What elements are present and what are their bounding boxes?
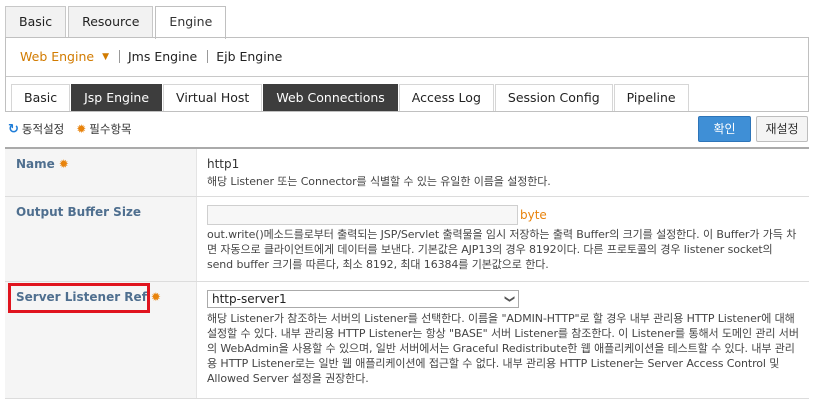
engine-nav: Web Engine ▼ Jms Engine Ejb Engine [20, 49, 290, 64]
subtab-pipeline[interactable]: Pipeline [613, 84, 689, 112]
chevron-down-icon: ❯ [503, 294, 515, 304]
required-icon: ✹ [76, 122, 87, 136]
subtab-jsp-engine[interactable]: Jsp Engine [71, 84, 163, 112]
form-row-name: Name ✹ http1 해당 Listener 또는 Connector를 식별… [5, 149, 809, 197]
output-buffer-input-row: byte [207, 205, 799, 225]
required-icon: ✹ [150, 290, 161, 304]
output-buffer-label: Output Buffer Size [16, 205, 142, 219]
legend-required-label: 필수항목 [89, 122, 132, 136]
separator [119, 50, 120, 63]
highlight-box [8, 283, 150, 313]
top-tab-bar: Basic Resource Engine [5, 6, 228, 39]
legend-dynamic-label: 동적설정 [21, 122, 65, 136]
tab-basic[interactable]: Basic [5, 6, 67, 38]
divider [6, 76, 808, 77]
engine-nav-web-engine[interactable]: Web Engine [20, 49, 102, 64]
name-description: 해당 Listener 또는 Connector를 식별할 수 있는 유일한 이… [207, 175, 551, 188]
required-icon: ✹ [58, 157, 69, 171]
output-buffer-input[interactable] [207, 205, 518, 225]
field-label: Name ✹ [5, 149, 197, 196]
separator [207, 50, 209, 63]
unit-label: byte [520, 207, 547, 222]
settings-form: Name ✹ http1 해당 Listener 또는 Connector를 식별… [5, 147, 809, 399]
subtab-session-config[interactable]: Session Config [494, 84, 613, 112]
tab-resource[interactable]: Resource [68, 6, 154, 38]
sync-icon: ↻ [8, 121, 19, 137]
subtab-virtual-host[interactable]: Virtual Host [163, 84, 263, 112]
ok-button[interactable]: 확인 [698, 116, 751, 142]
subtab-web-connections[interactable]: Web Connections [263, 84, 398, 112]
caret-down-icon[interactable]: ▼ [102, 52, 109, 62]
reset-button[interactable]: 재설정 [756, 116, 808, 142]
server-listener-select[interactable]: http-server1 ❯ [207, 290, 519, 308]
selected-value: http-server1 [212, 292, 287, 306]
divider [5, 111, 809, 112]
name-label: Name [16, 157, 55, 171]
name-value: http1 [207, 157, 240, 171]
output-buffer-description: out.write()메소드를로부터 출력되는 JSP/Servlet 출력물을… [207, 228, 797, 271]
field-value: http1 해당 Listener 또는 Connector를 식별할 수 있는… [197, 149, 809, 196]
tab-engine[interactable]: Engine [155, 6, 227, 39]
subtab-basic[interactable]: Basic [11, 84, 71, 112]
form-row-output-buffer: Output Buffer Size byte out.write()메소드를로… [5, 197, 809, 282]
subtab-access-log[interactable]: Access Log [398, 84, 494, 112]
sub-tab-bar: Basic Jsp Engine Virtual Host Web Connec… [11, 84, 690, 112]
field-value: byte out.write()메소드를로부터 출력되는 JSP/Servlet… [197, 197, 809, 281]
legend: ↻ 동적설정 ✹ 필수항목 [8, 121, 132, 137]
engine-nav-ejb-engine[interactable]: Ejb Engine [216, 49, 290, 64]
field-label: Output Buffer Size [5, 197, 197, 281]
engine-nav-jms-engine[interactable]: Jms Engine [128, 49, 205, 64]
field-value: http-server1 ❯ 해당 Listener가 참조하는 서버의 Lis… [197, 282, 809, 398]
server-listener-description: 해당 Listener가 참조하는 서버의 Listener를 선택한다. 이름… [207, 312, 799, 385]
